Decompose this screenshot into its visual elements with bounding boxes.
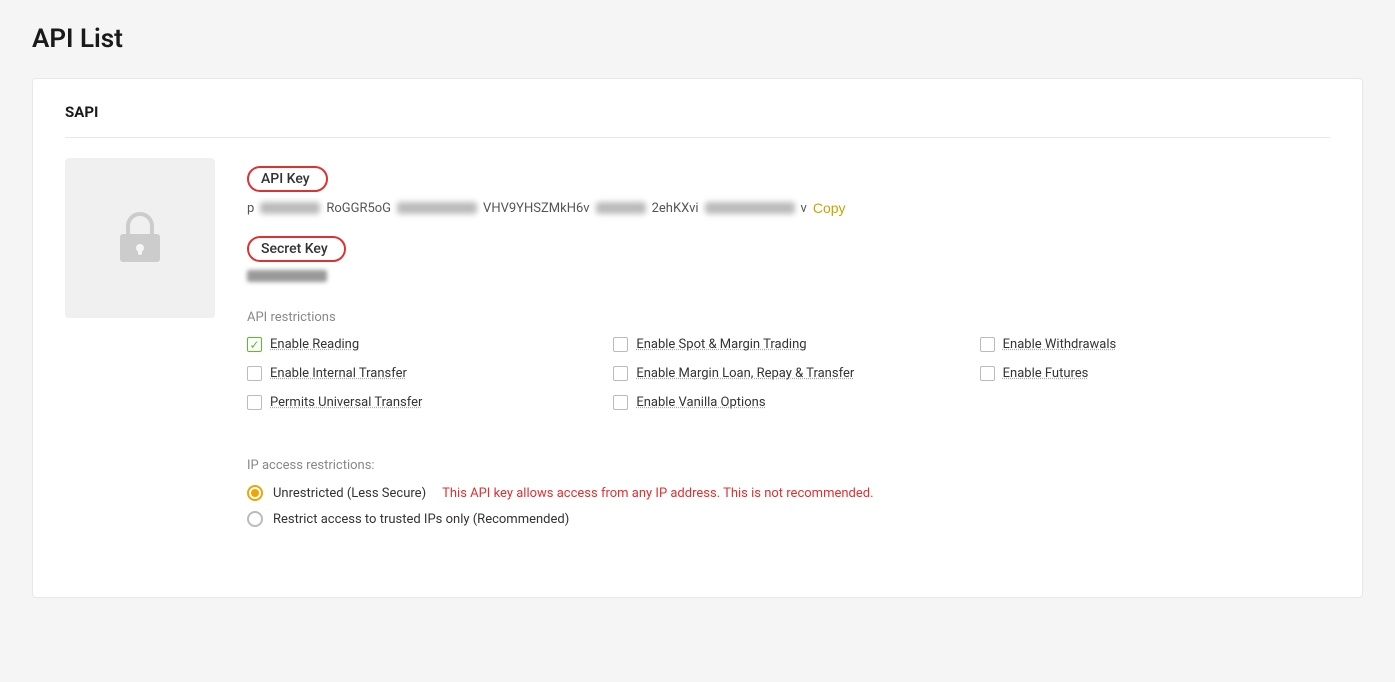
restriction-item-enable-withdrawals: Enable Withdrawals bbox=[980, 337, 1330, 352]
ip-option-restrict: Restrict access to trusted IPs only (Rec… bbox=[247, 511, 1330, 527]
checkbox-enable-futures[interactable] bbox=[980, 366, 995, 381]
page-title: API List bbox=[32, 24, 1363, 54]
radio-restrict[interactable] bbox=[247, 511, 263, 527]
api-key-value-row: p RoGGR5oG VHV9YHSZMkH6v 2ehKXvi v Copy bbox=[247, 200, 1330, 216]
ip-warning-unrestricted: This API key allows access from any IP a… bbox=[442, 486, 873, 501]
restriction-item-enable-vanilla-options: Enable Vanilla Options bbox=[613, 395, 963, 410]
restriction-label-enable-withdrawals: Enable Withdrawals bbox=[1003, 337, 1117, 352]
api-key-blur-1 bbox=[260, 202, 320, 214]
lock-icon-box bbox=[65, 158, 215, 318]
checkmark-enable-reading: ✓ bbox=[249, 339, 259, 351]
restriction-label-enable-vanilla-options: Enable Vanilla Options bbox=[636, 395, 765, 410]
restrictions-title: API restrictions bbox=[247, 310, 1330, 325]
restriction-item-enable-spot-margin: Enable Spot & Margin Trading bbox=[613, 337, 963, 352]
api-key-section: API Key p RoGGR5oG VHV9YHSZMkH6v 2ehKXvi… bbox=[247, 166, 1330, 216]
radio-unrestricted[interactable] bbox=[247, 485, 263, 501]
checkbox-enable-internal-transfer[interactable] bbox=[247, 366, 262, 381]
restrictions-grid-empty bbox=[980, 395, 1330, 410]
main-card: SAPI API Key p bbox=[32, 78, 1363, 598]
secret-key-section: Secret Key bbox=[247, 236, 1330, 282]
restriction-label-enable-spot-margin: Enable Spot & Margin Trading bbox=[636, 337, 806, 352]
checkbox-enable-margin-loan[interactable] bbox=[613, 366, 628, 381]
checkbox-enable-reading[interactable]: ✓ bbox=[247, 337, 262, 352]
ip-access-section: IP access restrictions: Unrestricted (Le… bbox=[247, 458, 1330, 537]
api-info-row: API Key p RoGGR5oG VHV9YHSZMkH6v 2ehKXvi… bbox=[65, 158, 1330, 537]
restriction-label-enable-internal-transfer: Enable Internal Transfer bbox=[270, 366, 407, 381]
checkbox-enable-withdrawals[interactable] bbox=[980, 337, 995, 352]
api-key-blur-3 bbox=[596, 202, 646, 214]
page-container: API List SAPI API Key bbox=[0, 0, 1395, 622]
secret-key-label: Secret Key bbox=[247, 236, 346, 262]
ip-label-unrestricted: Unrestricted (Less Secure) bbox=[273, 486, 426, 501]
api-key-blur-4 bbox=[705, 202, 795, 214]
secret-key-blur bbox=[247, 270, 327, 282]
ip-option-unrestricted: Unrestricted (Less Secure) This API key … bbox=[247, 485, 1330, 501]
api-key-text-3: 2ehKXvi bbox=[652, 201, 699, 216]
api-key-label-wrapper: API Key bbox=[247, 166, 1330, 192]
radio-unrestricted-inner bbox=[251, 489, 259, 497]
ip-access-title: IP access restrictions: bbox=[247, 458, 1330, 473]
key-details: API Key p RoGGR5oG VHV9YHSZMkH6v 2ehKXvi… bbox=[247, 158, 1330, 537]
lock-icon bbox=[116, 210, 164, 266]
api-key-label: API Key bbox=[247, 166, 328, 192]
copy-button[interactable]: Copy bbox=[813, 200, 846, 216]
ip-label-restrict: Restrict access to trusted IPs only (Rec… bbox=[273, 512, 569, 527]
restriction-item-permits-universal-transfer: Permits Universal Transfer bbox=[247, 395, 597, 410]
restriction-label-enable-futures: Enable Futures bbox=[1003, 366, 1089, 381]
api-key-blur-2 bbox=[397, 202, 477, 214]
restrictions-grid: ✓ Enable Reading Enable Spot & Margin Tr… bbox=[247, 337, 1330, 410]
restriction-label-enable-margin-loan: Enable Margin Loan, Repay & Transfer bbox=[636, 366, 854, 381]
secret-key-label-wrapper: Secret Key bbox=[247, 236, 1330, 262]
secret-key-value-row bbox=[247, 270, 1330, 282]
checkbox-enable-spot-margin[interactable] bbox=[613, 337, 628, 352]
restriction-item-enable-reading: ✓ Enable Reading bbox=[247, 337, 597, 352]
restriction-label-enable-reading: Enable Reading bbox=[270, 337, 359, 352]
api-key-text-4: v bbox=[801, 201, 807, 216]
restrictions-section: API restrictions ✓ Enable Reading Enable… bbox=[247, 310, 1330, 410]
checkbox-permits-universal-transfer[interactable] bbox=[247, 395, 262, 410]
restriction-label-permits-universal-transfer: Permits Universal Transfer bbox=[270, 395, 422, 410]
restriction-item-enable-internal-transfer: Enable Internal Transfer bbox=[247, 366, 597, 381]
api-key-text-2: VHV9YHSZMkH6v bbox=[483, 201, 590, 216]
checkbox-enable-vanilla-options[interactable] bbox=[613, 395, 628, 410]
api-key-text-1: RoGGR5oG bbox=[326, 201, 391, 216]
restriction-item-enable-margin-loan: Enable Margin Loan, Repay & Transfer bbox=[613, 366, 963, 381]
api-key-partial-start: p bbox=[247, 201, 254, 216]
restriction-item-enable-futures: Enable Futures bbox=[980, 366, 1330, 381]
section-label: SAPI bbox=[65, 103, 1330, 138]
